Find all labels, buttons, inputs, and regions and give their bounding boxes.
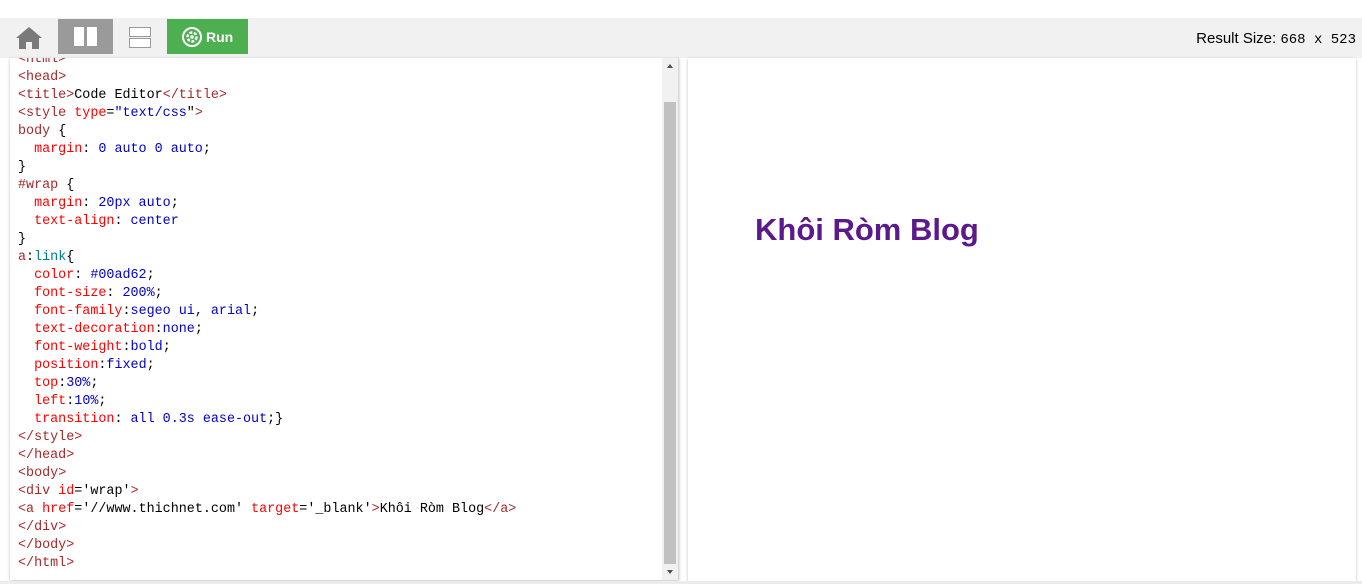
code-line: text-decoration:none; bbox=[34, 322, 203, 337]
code-line: </body> bbox=[18, 538, 75, 553]
code-line: <head> bbox=[18, 70, 67, 85]
code-line: <title>Code Editor</title> bbox=[18, 88, 227, 103]
code-line: } bbox=[18, 232, 27, 247]
code-line: text-align: center bbox=[34, 214, 179, 229]
code-line: position:fixed; bbox=[34, 358, 155, 373]
result-pane: Khôi Ròm Blog bbox=[688, 58, 1356, 581]
code-line: margin: 20px auto; bbox=[34, 196, 179, 211]
code-line: margin: 0 auto 0 auto; bbox=[34, 142, 211, 157]
code-line: <div id='wrap'> bbox=[18, 484, 139, 499]
code-line: transition: all 0.3s ease-out;} bbox=[34, 412, 284, 427]
code-editor[interactable]: <html> <head> <title>Code Editor</title> <s… bbox=[10, 58, 679, 580]
scroll-up-arrow-icon[interactable] bbox=[662, 58, 678, 74]
code-line: font-weight:bold; bbox=[34, 340, 171, 355]
columns-layout-icon bbox=[74, 27, 97, 46]
code-line: } bbox=[18, 160, 27, 175]
rows-layout-icon bbox=[129, 27, 151, 48]
home-icon bbox=[16, 27, 42, 49]
result-size-indicator: Result Size: 668 x 523 bbox=[1196, 30, 1356, 48]
code-line: body { bbox=[18, 124, 67, 139]
code-line: <body> bbox=[18, 466, 67, 481]
scrollbar-thumb[interactable] bbox=[664, 102, 676, 564]
code-line: </div> bbox=[18, 520, 67, 535]
code-line: left:10%; bbox=[34, 394, 107, 409]
code-line: top:30%; bbox=[34, 376, 99, 391]
home-button[interactable] bbox=[8, 19, 50, 54]
code-line: </html> bbox=[18, 556, 75, 571]
run-button[interactable]: Run bbox=[167, 19, 248, 54]
code-line: font-size: 200%; bbox=[34, 286, 163, 301]
editor-scrollbar[interactable] bbox=[662, 58, 678, 580]
code-line: </style> bbox=[18, 430, 83, 445]
gear-icon bbox=[182, 27, 202, 47]
result-size-label: Result Size: bbox=[1196, 30, 1277, 47]
result-size-value: 668 x 523 bbox=[1280, 32, 1356, 48]
code-line: a:link{ bbox=[18, 250, 75, 265]
code-line: font-family:segeo ui, arial; bbox=[34, 304, 260, 319]
code-line: </head> bbox=[18, 448, 75, 463]
scroll-down-arrow-icon[interactable] bbox=[662, 564, 678, 580]
code-lines: <html> <head> <title>Code Editor</title> <s… bbox=[18, 58, 658, 573]
rows-layout-button[interactable] bbox=[116, 19, 164, 54]
result-link[interactable]: Khôi Ròm Blog bbox=[755, 212, 979, 248]
code-line: #wrap { bbox=[18, 178, 75, 193]
top-strip bbox=[0, 0, 1362, 18]
code-line: <style type="text/css"> bbox=[18, 106, 203, 121]
code-line: <a href='//www.thichnet.com' target='_bl… bbox=[18, 502, 517, 517]
columns-layout-button[interactable] bbox=[58, 19, 113, 54]
code-line: <html> bbox=[18, 58, 67, 67]
code-line: color: #00ad62; bbox=[34, 268, 155, 283]
run-button-label: Run bbox=[206, 29, 234, 45]
